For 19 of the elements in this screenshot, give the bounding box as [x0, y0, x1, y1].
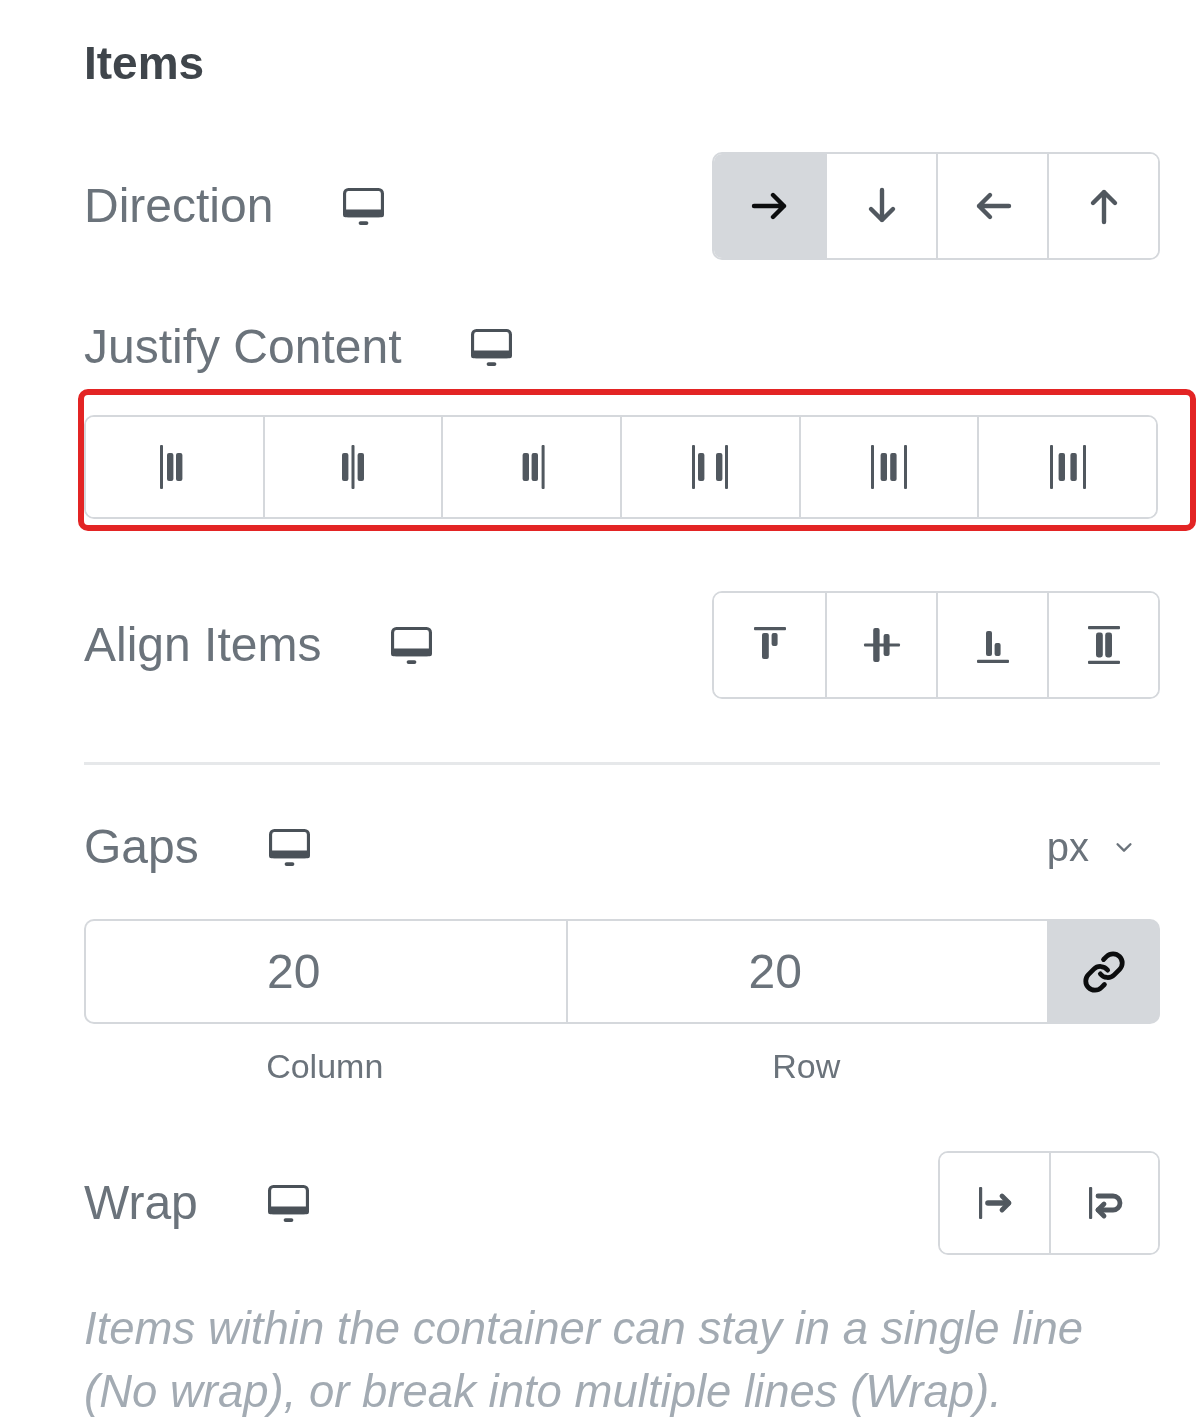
option-button[interactable] [714, 154, 825, 258]
option-button[interactable] [1047, 154, 1158, 258]
help-text: Items within the container can stay in a single line (No wrap), or break into multiple lines (Wrap). [84, 1302, 1084, 1419]
number-input[interactable]: 20 [84, 919, 566, 1024]
field-caption: Column [266, 1047, 384, 1085]
link-icon [1081, 949, 1126, 994]
number-input[interactable]: 20 [565, 919, 1047, 1024]
field-caption: Row [772, 1047, 841, 1085]
control-label: Direction [84, 178, 274, 234]
control-label: Wrap [84, 1175, 198, 1231]
control-label: Gaps [84, 819, 199, 875]
link-button[interactable] [1047, 919, 1160, 1024]
option-button[interactable] [1047, 593, 1158, 697]
unit-dropdown[interactable]: px [1046, 822, 1135, 872]
control-label: Align Items [84, 617, 322, 673]
option-button[interactable] [977, 417, 1156, 517]
option-button[interactable] [1049, 1153, 1158, 1253]
control-label: Justify Content [84, 319, 402, 375]
section-heading: Items [84, 36, 206, 91]
